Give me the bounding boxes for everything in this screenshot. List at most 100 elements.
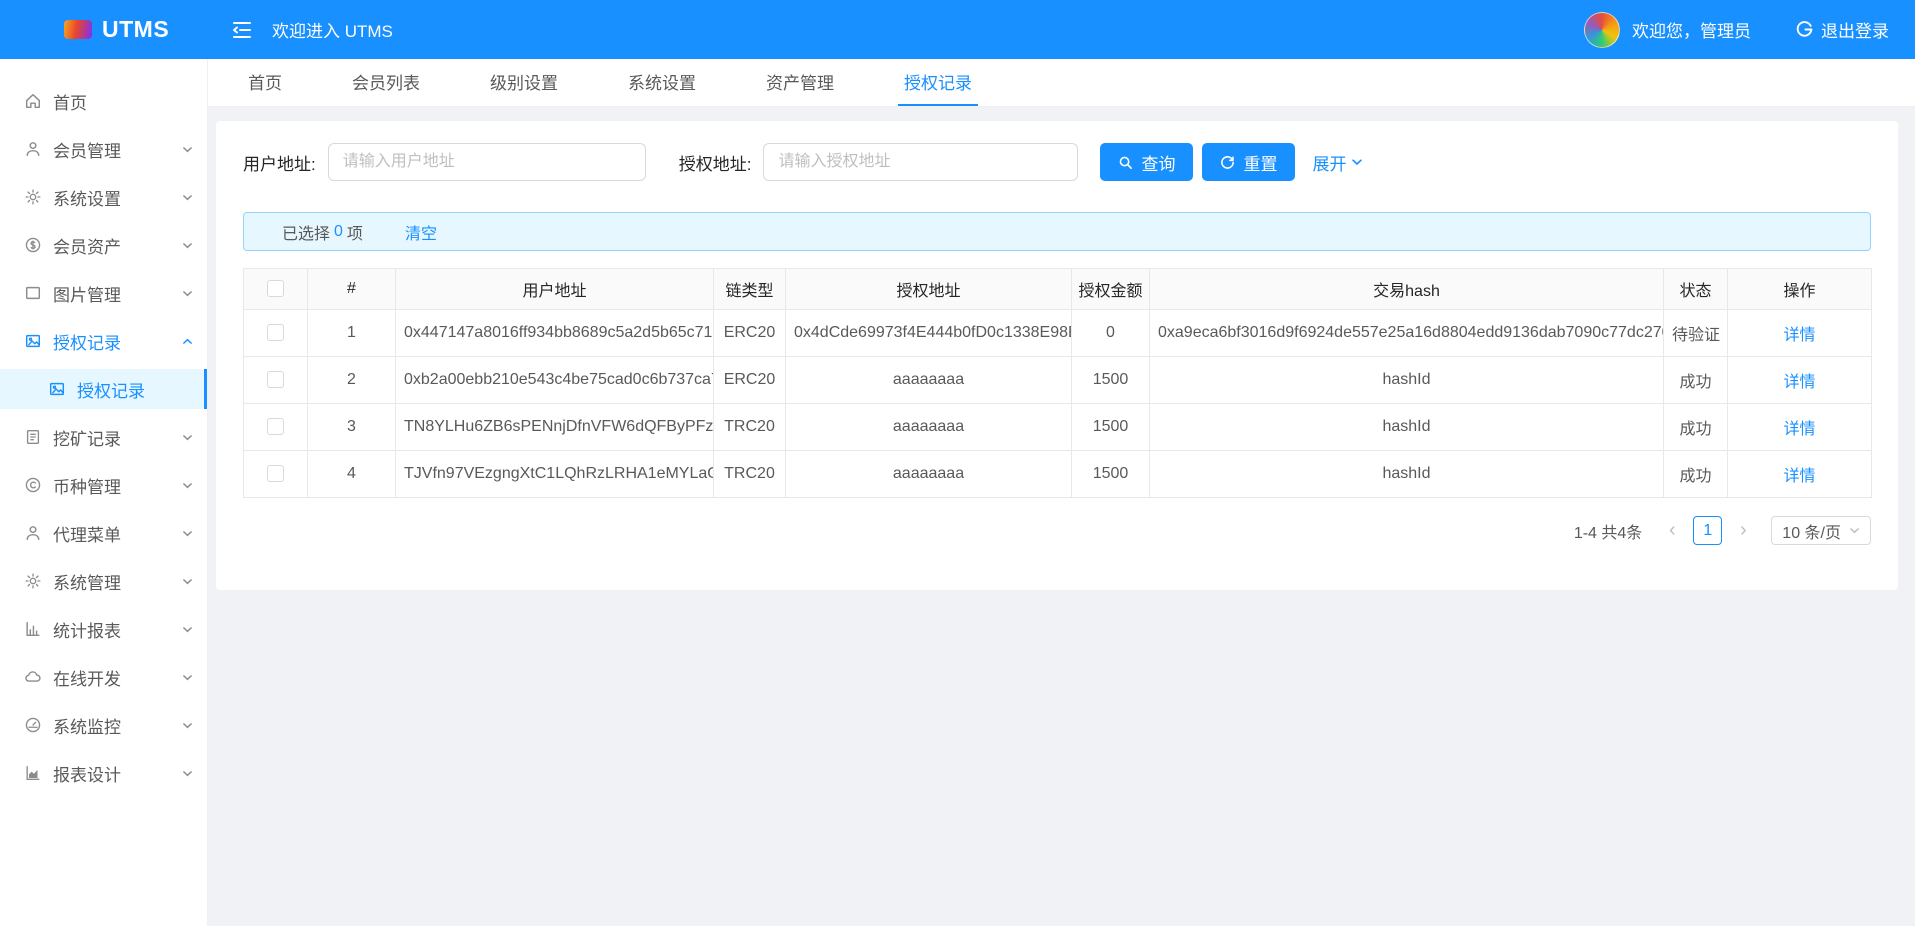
sidebar-item-label: 挖矿记录 <box>53 429 121 449</box>
chevron-down-icon <box>182 240 193 251</box>
cell-amount: 1500 <box>1071 403 1150 451</box>
authorization-table: # 用户地址 链类型 授权地址 授权金额 交易hash 状态 操作 1 0x44… <box>243 268 1872 498</box>
cell-amount: 1500 <box>1071 450 1150 498</box>
sidebar-item-online-development[interactable]: 在线开发 <box>0 657 207 697</box>
sidebar-item-label: 会员资产 <box>53 237 121 257</box>
sidebar-item-statistics-report[interactable]: 统计报表 <box>0 609 207 649</box>
col-auth-address: 授权地址 <box>785 268 1072 310</box>
cell-amount: 1500 <box>1071 356 1150 404</box>
sidebar-item-label: 会员管理 <box>53 141 121 161</box>
cell-auth-address: aaaaaaaa <box>785 403 1072 451</box>
refresh-icon <box>1221 155 1235 169</box>
sidebar-item-label: 系统管理 <box>53 573 121 593</box>
table-row: 1 0x447147a8016ff934bb8689c5a2d5b65c715b… <box>243 309 1872 357</box>
tab-home[interactable]: 首页 <box>242 59 288 106</box>
row-checkbox[interactable] <box>267 418 284 436</box>
sidebar-item-picture-management[interactable]: 图片管理 <box>0 273 207 313</box>
detail-link[interactable]: 详情 <box>1783 468 1815 485</box>
user-icon <box>24 524 42 542</box>
pagination-total: 1-4 共4条 <box>1573 524 1643 542</box>
tab-system-settings[interactable]: 系统设置 <box>622 59 702 106</box>
cell-status: 成功 <box>1663 403 1728 451</box>
sidebar-subitem-authorization-records[interactable]: 授权记录 <box>0 369 207 409</box>
app-title: UTMS <box>102 16 170 42</box>
clear-selection-link[interactable]: 清空 <box>405 220 437 244</box>
detail-link[interactable]: 详情 <box>1783 374 1815 391</box>
copyright-icon <box>24 476 42 494</box>
cell-user-address: 0x447147a8016ff934bb8689c5a2d5b65c715b91… <box>395 309 714 357</box>
col-chain-type: 链类型 <box>713 268 786 310</box>
sidebar-item-mining-records[interactable]: 挖矿记录 <box>0 417 207 457</box>
row-checkbox[interactable] <box>267 324 284 342</box>
selection-count: 0 <box>334 222 343 240</box>
expand-label: 展开 <box>1312 154 1347 174</box>
sidebar-item-label: 在线开发 <box>53 669 121 689</box>
chevron-up-icon <box>182 336 193 347</box>
page-number-button[interactable]: 1 <box>1693 516 1723 545</box>
chevron-down-icon <box>1849 525 1860 536</box>
tab-level-settings[interactable]: 级别设置 <box>484 59 564 106</box>
search-button[interactable]: 查询 <box>1100 143 1194 181</box>
col-user-address: 用户地址 <box>395 268 714 310</box>
col-status: 状态 <box>1663 268 1728 310</box>
col-amount: 授权金额 <box>1071 268 1150 310</box>
row-checkbox[interactable] <box>267 371 284 389</box>
bar-chart-icon <box>24 620 42 638</box>
chevron-down-icon <box>182 432 193 443</box>
sidebar-item-system-settings[interactable]: 系统设置 <box>0 177 207 217</box>
authorization-records-panel: 用户地址: 授权地址: 查询 重置 展开 已选择 0 项 清空 <box>216 121 1898 590</box>
menu-fold-icon[interactable] <box>230 18 254 42</box>
logout-button[interactable]: 退出登录 <box>1795 17 1889 42</box>
chevron-down-icon <box>182 480 193 491</box>
next-page-button[interactable]: › <box>1731 519 1755 542</box>
brand: UTMS <box>0 16 208 43</box>
tab-asset-management[interactable]: 资产管理 <box>760 59 840 106</box>
page-size-select[interactable]: 10 条/页 <box>1771 516 1871 545</box>
select-all-checkbox[interactable] <box>267 280 284 298</box>
table-header-row: # 用户地址 链类型 授权地址 授权金额 交易hash 状态 操作 <box>243 268 1872 310</box>
cell-chain-type: ERC20 <box>713 309 786 357</box>
sidebar-item-system-monitoring[interactable]: 系统监控 <box>0 705 207 745</box>
sidebar-item-agent-menu[interactable]: 代理菜单 <box>0 513 207 553</box>
page-size-value: 10 条/页 <box>1782 524 1841 542</box>
search-icon <box>1120 156 1133 169</box>
auth-address-input[interactable] <box>763 143 1079 181</box>
sidebar-item-label: 代理菜单 <box>53 525 121 545</box>
selection-label: 已选择 <box>282 225 331 243</box>
row-checkbox[interactable] <box>267 465 284 483</box>
cell-auth-address: aaaaaaaa <box>785 450 1072 498</box>
selection-alert: 已选择 0 项 清空 <box>243 212 1871 251</box>
sidebar-item-label: 授权记录 <box>77 381 145 401</box>
prev-page-button[interactable]: ‹ <box>1660 519 1684 542</box>
sidebar-item-member-assets[interactable]: 会员资产 <box>0 225 207 265</box>
reset-button[interactable]: 重置 <box>1202 143 1296 181</box>
user-avatar[interactable] <box>1584 11 1620 48</box>
reset-button-label: 重置 <box>1243 154 1278 174</box>
detail-link[interactable]: 详情 <box>1783 327 1815 344</box>
cell-status: 待验证 <box>1663 309 1728 357</box>
cell-user-address: 0xb2a00ebb210e543c4be75cad0c6b737ca71740… <box>395 356 714 404</box>
chevron-down-icon <box>182 768 193 779</box>
cell-tx-hash: hashId <box>1149 356 1664 404</box>
sidebar-item-member-management[interactable]: 会员管理 <box>0 129 207 169</box>
sidebar-item-system-management[interactable]: 系统管理 <box>0 561 207 601</box>
user-address-label: 用户地址: <box>243 154 316 174</box>
sidebar-item-label: 授权记录 <box>53 333 121 353</box>
cell-tx-hash: hashId <box>1149 403 1664 451</box>
sidebar-item-authorization-records[interactable]: 授权记录 <box>0 321 207 361</box>
expand-link[interactable]: 展开 <box>1312 150 1363 175</box>
sidebar-item-coin-management[interactable]: 币种管理 <box>0 465 207 505</box>
sidebar-item-home[interactable]: 首页 <box>0 81 207 121</box>
logout-label: 退出登录 <box>1821 22 1889 41</box>
cell-amount: 0 <box>1071 309 1150 357</box>
tab-authorization-records[interactable]: 授权记录 <box>898 59 978 106</box>
detail-link[interactable]: 详情 <box>1783 421 1815 438</box>
sidebar-item-report-design[interactable]: 报表设计 <box>0 753 207 793</box>
cell-user-address: TJVfn97VEzgngXtC1LQhRzLRHA1eMYLaQG <box>395 450 714 498</box>
chevron-down-icon <box>182 624 193 635</box>
tab-member-list[interactable]: 会员列表 <box>346 59 426 106</box>
sidebar: 首页 会员管理 系统设置 会员资产 图片管理 授权记录 授权记录 挖矿记录 币种… <box>0 59 208 926</box>
image-icon <box>48 380 66 398</box>
user-address-input[interactable] <box>327 143 646 181</box>
col-tx-hash: 交易hash <box>1149 268 1664 310</box>
